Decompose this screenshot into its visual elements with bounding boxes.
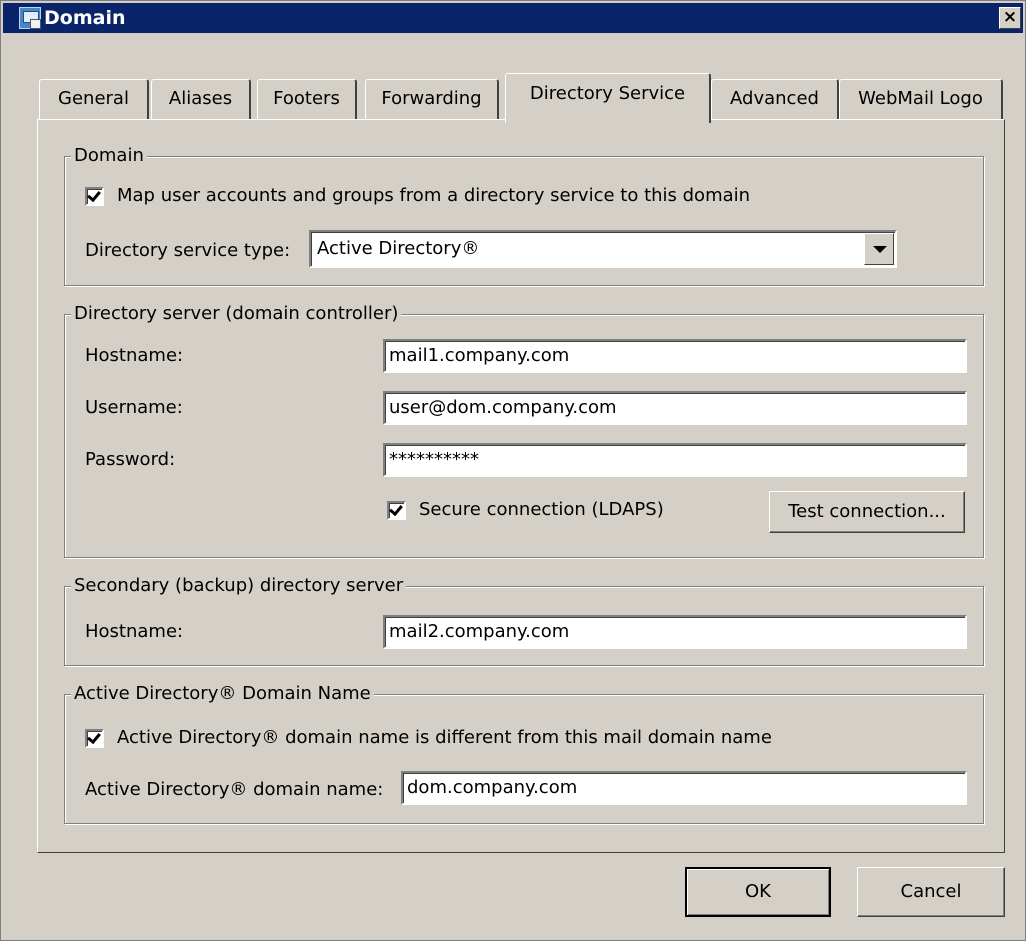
domain-group: Domain Map user accounts and groups from… xyxy=(64,145,984,286)
ad-domain-name-group: Active Directory® Domain Name Active Dir… xyxy=(64,683,984,824)
cancel-button[interactable]: Cancel xyxy=(857,867,1005,917)
tab-forwarding[interactable]: Forwarding xyxy=(365,79,499,121)
username-input[interactable]: user@dom.company.com xyxy=(383,391,967,425)
username-label: Username: xyxy=(85,397,183,418)
title-bar: Domain × xyxy=(3,3,1023,33)
hostname-label: Hostname: xyxy=(85,345,184,366)
ok-button[interactable]: OK xyxy=(685,867,831,917)
check-icon xyxy=(389,501,403,517)
tab-general[interactable]: General xyxy=(39,79,149,121)
ad-domain-name-label: Active Directory® domain name: xyxy=(85,779,384,800)
tab-aliases[interactable]: Aliases xyxy=(151,79,251,121)
secondary-server-group: Secondary (backup) directory server Host… xyxy=(64,575,984,666)
password-label: Password: xyxy=(85,449,176,470)
domain-dialog: Domain × General Aliases Footers Forward… xyxy=(0,0,1026,941)
secondary-hostname-label: Hostname: xyxy=(85,621,184,642)
ad-domain-different-checkbox[interactable] xyxy=(85,729,104,748)
secondary-hostname-input[interactable]: mail2.company.com xyxy=(383,615,967,649)
directory-server-group: Directory server (domain controller) Hos… xyxy=(64,303,984,558)
directory-type-label: Directory service type: xyxy=(85,240,291,261)
directory-server-group-title: Directory server (domain controller) xyxy=(71,303,402,325)
check-icon xyxy=(87,729,101,745)
secure-connection-checkbox[interactable] xyxy=(387,501,406,520)
tab-directory-service[interactable]: Directory Service xyxy=(505,73,711,123)
directory-type-value: Active Directory® xyxy=(317,238,480,259)
close-button[interactable]: × xyxy=(999,7,1021,29)
map-accounts-label: Map user accounts and groups from a dire… xyxy=(117,185,751,206)
check-icon xyxy=(87,187,101,203)
domain-group-title: Domain xyxy=(71,145,147,167)
hostname-input[interactable]: mail1.company.com xyxy=(383,339,967,373)
tab-footers[interactable]: Footers xyxy=(257,79,357,121)
tab-webmail-logo[interactable]: WebMail Logo xyxy=(839,79,1003,121)
window-title: Domain xyxy=(44,7,126,29)
password-input[interactable]: ********** xyxy=(383,443,967,477)
app-icon xyxy=(19,7,41,29)
chevron-down-icon[interactable] xyxy=(864,233,894,265)
test-connection-button[interactable]: Test connection... xyxy=(769,491,965,533)
directory-type-select[interactable]: Active Directory® xyxy=(309,230,897,268)
tab-advanced[interactable]: Advanced xyxy=(711,79,839,121)
ad-domain-different-label: Active Directory® domain name is differe… xyxy=(117,727,772,748)
map-accounts-checkbox[interactable] xyxy=(85,187,104,206)
secondary-server-group-title: Secondary (backup) directory server xyxy=(71,575,407,597)
directory-service-panel: Domain Map user accounts and groups from… xyxy=(37,119,1005,853)
ad-domain-name-input[interactable]: dom.company.com xyxy=(401,771,967,805)
secure-connection-label: Secure connection (LDAPS) xyxy=(419,499,664,520)
ad-domain-name-group-title: Active Directory® Domain Name xyxy=(71,683,374,705)
